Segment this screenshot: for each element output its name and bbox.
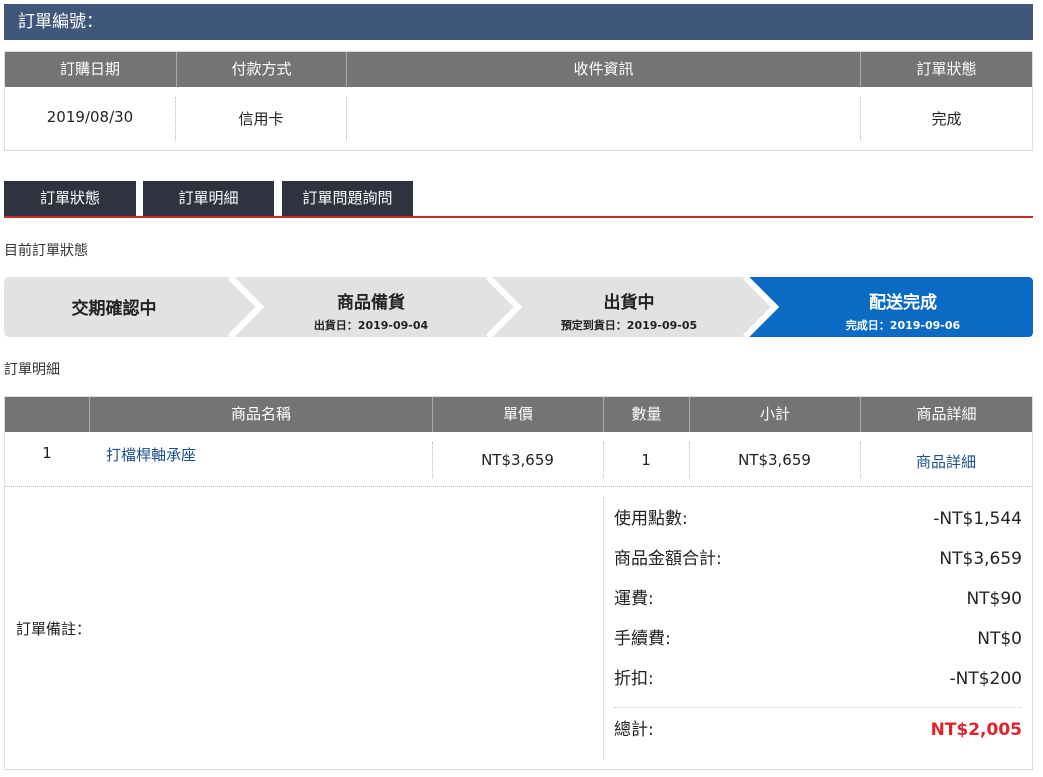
cell-divider <box>346 97 347 141</box>
header-quantity: 數量 <box>603 397 689 432</box>
product-detail-link[interactable]: 商品詳細 <box>860 451 1032 472</box>
total-label: 總計: <box>614 720 654 740</box>
step-1: 交期確認中 <box>4 294 224 319</box>
points-value: -NT$1,544 <box>933 509 1022 529</box>
order-number-header: 訂單編號： <box>4 4 1033 40</box>
step-1-title: 交期確認中 <box>71 299 157 319</box>
header-product-detail: 商品詳細 <box>860 397 1032 432</box>
order-number-label: 訂單編號： <box>18 12 103 32</box>
step-3-title: 出貨中 <box>603 293 655 313</box>
summary-fee: 手續費: NT$0 <box>614 624 1022 654</box>
points-label: 使用點數: <box>614 509 688 529</box>
summary-divider <box>603 497 604 759</box>
step-4: 配送完成 完成日：2019-09-06 <box>774 288 1032 333</box>
summary-goods-total: 商品金額合計: NT$3,659 <box>614 544 1022 574</box>
step-2-subtitle: 出貨日：2019-09-04 <box>313 319 429 332</box>
header-unit-price: 單價 <box>432 397 603 432</box>
header-shipping-info: 收件資訊 <box>346 52 860 87</box>
tab-order-inquiry[interactable]: 訂單問題詢問 <box>282 181 413 216</box>
shipping-label: 運費: <box>614 589 654 609</box>
item-name-link[interactable]: 打檔桿軸承座 <box>106 444 196 465</box>
step-2-title: 商品備貨 <box>337 293 405 313</box>
step-3: 出貨中 預定到貨日：2019-09-05 <box>516 288 742 333</box>
payment-value: 信用卡 <box>238 110 284 128</box>
goods-total-value: NT$3,659 <box>939 549 1022 569</box>
status-section-label: 目前訂單狀態 <box>4 243 88 259</box>
item-index: 1 <box>42 444 52 462</box>
discount-value: -NT$200 <box>949 669 1023 689</box>
header-product-name: 商品名稱 <box>89 397 432 432</box>
summary-total-divider <box>614 707 1022 708</box>
summary-points: 使用點數: -NT$1,544 <box>614 504 1022 534</box>
item-quantity: 1 <box>641 451 651 469</box>
item-unit-price: NT$3,659 <box>481 451 554 469</box>
header-payment: 付款方式 <box>176 52 346 87</box>
summary-shipping: 運費: NT$90 <box>614 584 1022 614</box>
step-4-subtitle: 完成日：2019-09-06 <box>845 319 961 332</box>
order-info-table: 訂購日期 付款方式 收件資訊 訂單狀態 2019/08/30 信用卡 完成 <box>4 51 1033 151</box>
tab-order-detail[interactable]: 訂單明細 <box>143 181 274 216</box>
header-order-status: 訂單狀態 <box>860 52 1032 87</box>
order-date-value: 2019/08/30 <box>46 108 134 126</box>
table-row: 1 打檔桿軸承座 NT$3,659 1 NT$3,659 商品詳細 <box>5 432 1032 487</box>
tab-order-status[interactable]: 訂單狀態 <box>4 181 136 216</box>
discount-label: 折扣: <box>614 669 654 689</box>
total-value: NT$2,005 <box>930 720 1022 740</box>
step-3-subtitle: 預定到貨日：2019-09-05 <box>560 319 698 332</box>
tab-underline <box>4 216 1033 218</box>
header-order-date: 訂購日期 <box>5 52 175 87</box>
step-2: 商品備貨 出貨日：2019-09-04 <box>260 288 482 333</box>
header-subtotal: 小計 <box>689 397 860 432</box>
summary-total: 總計: NT$2,005 <box>614 715 1022 745</box>
order-status-value: 完成 <box>931 110 962 128</box>
header-index <box>5 397 89 432</box>
item-subtotal: NT$3,659 <box>738 451 811 469</box>
fee-label: 手續費: <box>614 629 671 649</box>
goods-total-label: 商品金額合計: <box>614 549 722 569</box>
step-4-title: 配送完成 <box>869 293 937 313</box>
summary-discount: 折扣: -NT$200 <box>614 664 1022 694</box>
detail-section-label: 訂單明細 <box>4 362 60 378</box>
order-remarks-label: 訂單備註： <box>16 620 92 638</box>
fee-value: NT$0 <box>977 629 1022 649</box>
shipping-value: NT$90 <box>966 589 1022 609</box>
order-detail-table: 商品名稱 單價 數量 小計 商品詳細 1 打檔桿軸承座 NT$3,659 1 N… <box>4 396 1033 770</box>
